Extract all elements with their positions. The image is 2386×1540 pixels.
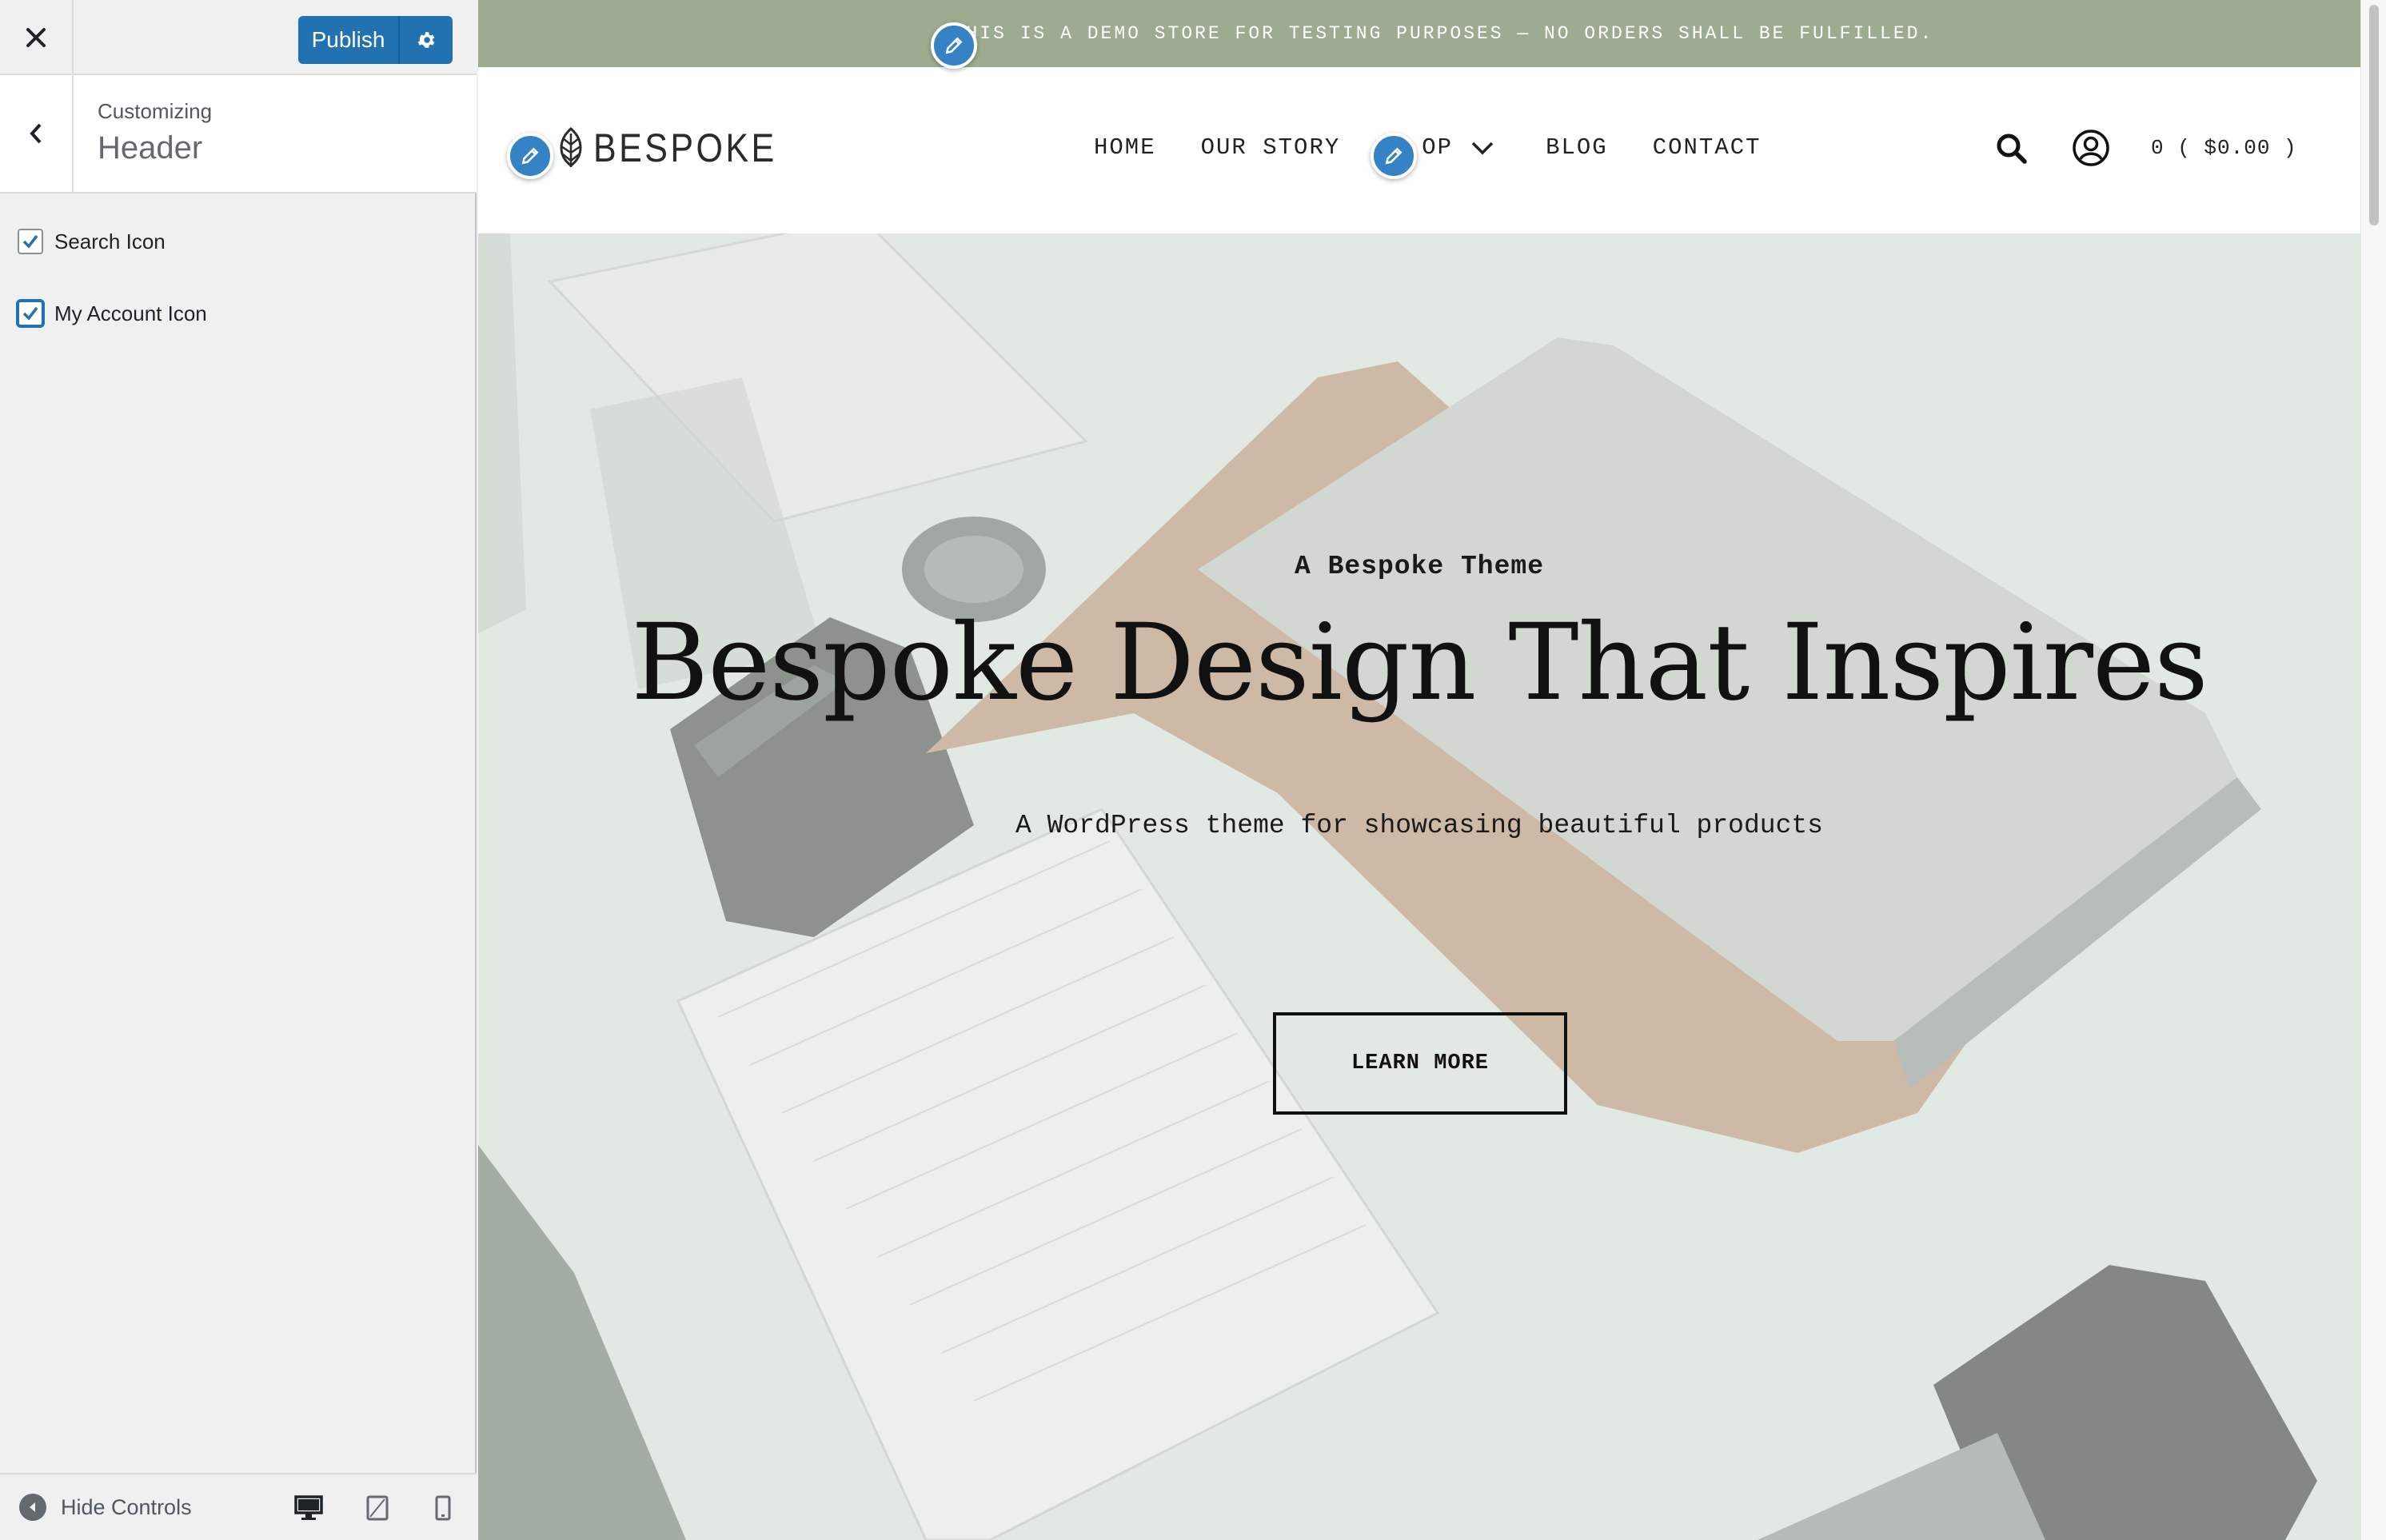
my-account-icon-checkbox[interactable]	[18, 301, 43, 326]
site-preview: THIS IS A DEMO STORE FOR TESTING PURPOSE…	[478, 0, 2360, 1540]
customizer-header: Publish	[0, 0, 477, 75]
store-notice-bar: THIS IS A DEMO STORE FOR TESTING PURPOSE…	[478, 0, 2360, 67]
publish-button[interactable]: Publish	[298, 16, 400, 64]
pencil-icon	[1385, 147, 1402, 165]
preview-scrollbar[interactable]	[2360, 0, 2386, 1540]
customizer-footer: Hide Controls	[0, 1473, 477, 1540]
search-icon-option-label: Search Icon	[54, 229, 166, 253]
my-account-icon-option[interactable]: My Account Icon	[18, 301, 207, 326]
cart-summary[interactable]: 0 ( $0.00 )	[2151, 136, 2297, 160]
desktop-icon	[294, 1495, 323, 1520]
site-logo[interactable]: BESPOKE	[555, 125, 807, 171]
header-actions: 0 ( $0.00 )	[1994, 128, 2297, 168]
search-icon[interactable]	[1994, 131, 2028, 165]
hide-controls-button[interactable]: Hide Controls	[19, 1474, 192, 1540]
search-icon-checkbox[interactable]	[18, 229, 43, 254]
section-title-bar: Customizing Header	[0, 75, 477, 193]
store-notice-text: THIS IS A DEMO STORE FOR TESTING PURPOSE…	[952, 23, 1934, 44]
close-customizer-button[interactable]	[0, 0, 74, 75]
hero-overlay	[478, 233, 2360, 1540]
mobile-icon	[435, 1495, 451, 1521]
tablet-icon	[366, 1495, 389, 1521]
search-icon-option[interactable]: Search Icon	[18, 229, 166, 254]
tablet-preview-button[interactable]	[361, 1494, 393, 1522]
mobile-preview-button[interactable]	[427, 1494, 459, 1522]
main-navigation: HOME OUR STORY OP BLOG CONTACT	[1094, 134, 1806, 161]
leaf-logo-icon	[560, 127, 582, 167]
edit-menu-shortcut[interactable]	[1371, 133, 1417, 179]
nav-our-story[interactable]: OUR STORY	[1201, 134, 1341, 161]
publish-settings-button[interactable]	[400, 16, 453, 64]
publish-group: Publish	[298, 16, 453, 64]
section-title: Header	[98, 130, 203, 166]
checkmark-icon	[22, 306, 38, 321]
hero-kicker: A Bespoke Theme	[1294, 552, 1545, 581]
learn-more-button[interactable]: LEARN MORE	[1273, 1012, 1567, 1115]
pencil-icon	[945, 37, 963, 54]
back-button[interactable]	[0, 75, 74, 192]
logo-text: BESPOKE	[593, 126, 777, 170]
hero-subheading: A WordPress theme for showcasing beautif…	[1015, 811, 1823, 840]
nav-home[interactable]: HOME	[1094, 134, 1156, 161]
nav-blog[interactable]: BLOG	[1546, 134, 1608, 161]
edit-notice-shortcut[interactable]	[931, 22, 977, 69]
pencil-icon	[521, 147, 539, 165]
checkmark-icon	[22, 234, 38, 249]
hero-heading: Bespoke Design That Inspires	[631, 601, 2208, 724]
site-header: BESPOKE HOME OUR STORY OP BLOG CONTACT 0…	[478, 67, 2360, 233]
collapse-arrow-icon	[19, 1494, 46, 1521]
scrollbar-thumb[interactable]	[2369, 5, 2379, 225]
hide-controls-label: Hide Controls	[61, 1494, 192, 1519]
title-wrap: Customizing Header	[98, 99, 212, 166]
customizing-label: Customizing	[98, 99, 213, 123]
chevron-left-icon	[30, 123, 42, 144]
edit-logo-shortcut[interactable]	[507, 133, 553, 179]
chevron-down-icon	[1471, 142, 1494, 154]
desktop-preview-button[interactable]	[293, 1494, 325, 1522]
my-account-icon-option-label: My Account Icon	[54, 301, 207, 325]
gear-icon	[417, 32, 435, 48]
hero-section: A Bespoke Theme Bespoke Design That Insp…	[478, 233, 2360, 1540]
customizer-sidebar: Publish Customizing Header Search Icon M…	[0, 0, 477, 1540]
account-icon[interactable]	[2071, 128, 2111, 168]
nav-contact[interactable]: CONTACT	[1653, 134, 1762, 161]
close-icon	[26, 28, 46, 47]
